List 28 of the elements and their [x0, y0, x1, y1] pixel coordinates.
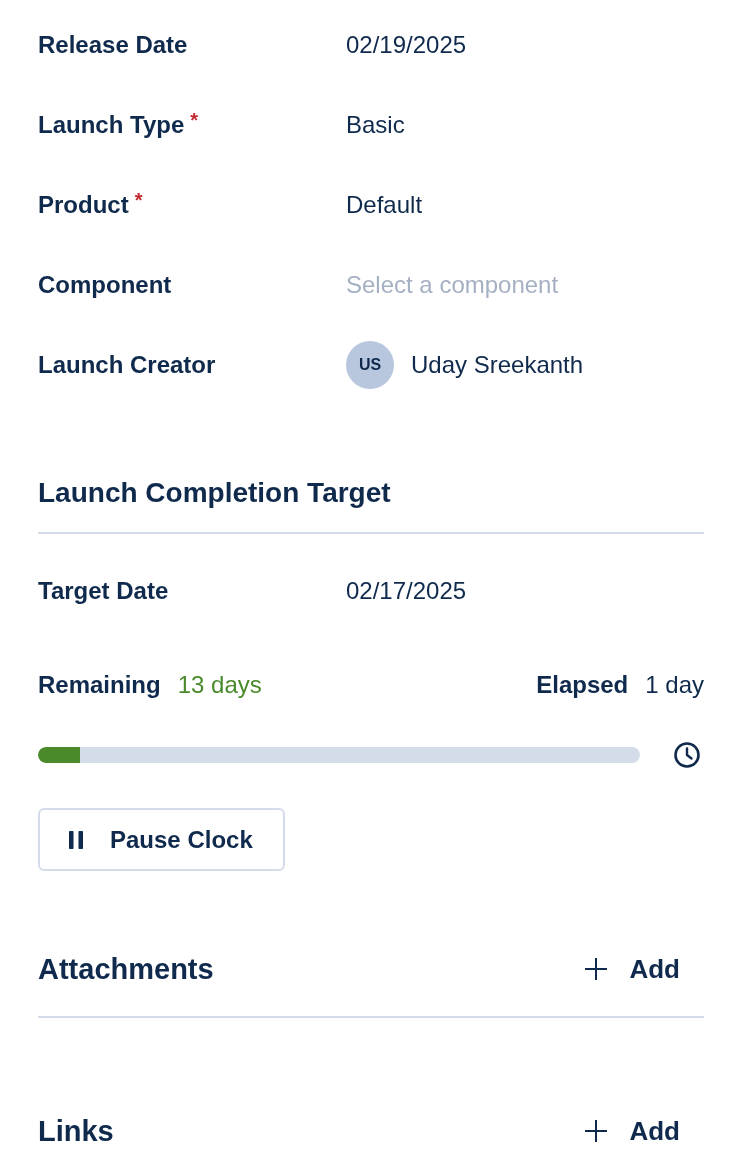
- field-value: Basic: [346, 110, 405, 140]
- field-label: Product: [38, 190, 129, 220]
- field-label: Target Date: [38, 576, 169, 606]
- field-label: Release Date: [38, 30, 188, 60]
- required-asterisk: *: [134, 190, 143, 210]
- clock-icon: [674, 742, 700, 768]
- remaining-label: Remaining: [38, 670, 161, 700]
- field-value: Default: [346, 190, 423, 220]
- elapsed-value: 1 day: [645, 670, 704, 700]
- plus-icon: [585, 958, 608, 980]
- field-label: Launch Creator: [38, 350, 216, 380]
- pause-icon: [69, 830, 83, 849]
- elapsed-label: Elapsed: [536, 670, 629, 700]
- add-button[interactable]: Add: [585, 1115, 680, 1147]
- field-value: 02/17/2025: [346, 576, 467, 606]
- section-heading: Attachments: [38, 952, 214, 987]
- user-avatar: US: [346, 341, 394, 389]
- pause-clock-button[interactable]: Pause Clock: [38, 808, 285, 871]
- required-asterisk: *: [190, 110, 199, 130]
- field-label: Launch Type: [38, 110, 185, 140]
- plus-icon: [585, 1120, 608, 1142]
- add-button[interactable]: Add: [585, 953, 680, 985]
- field-label: Component: [38, 270, 172, 300]
- remaining-value: 13 days: [177, 670, 262, 700]
- section-heading: Links: [38, 1114, 114, 1149]
- field-value: 02/19/2025: [346, 30, 467, 60]
- user-name: Uday Sreekanth: [411, 350, 584, 380]
- section-heading: Launch Completion Target: [38, 476, 391, 510]
